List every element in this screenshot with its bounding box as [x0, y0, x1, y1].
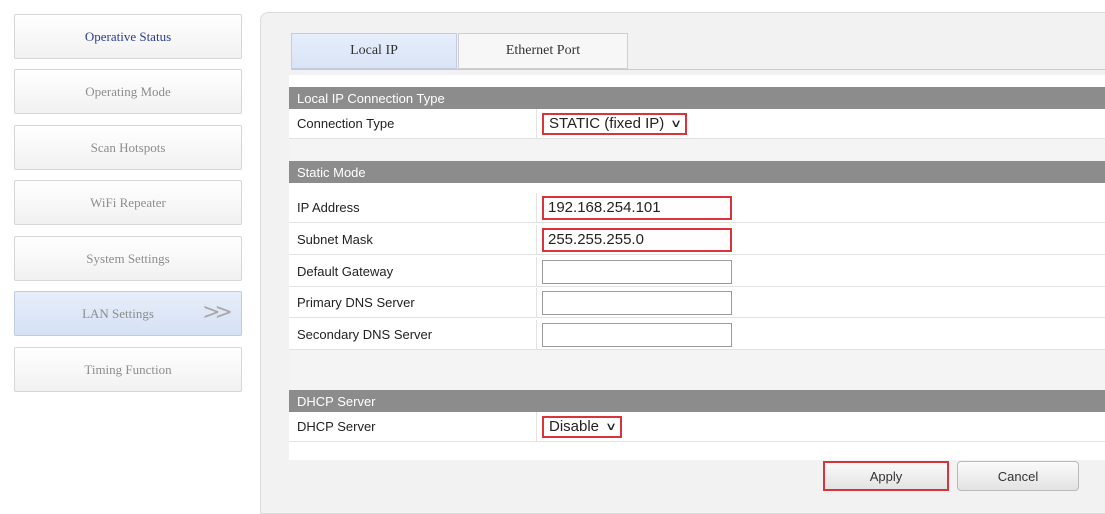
section-header-static-mode: Static Mode [289, 161, 1105, 183]
sidebar-item-label: System Settings [86, 250, 170, 266]
sidebar-item-label: WiFi Repeater [90, 194, 166, 210]
tab-label: Local IP [350, 43, 398, 58]
double-chevron-right-icon: >> [202, 300, 233, 325]
settings-form: Local IP Connection Type Connection Type… [289, 75, 1105, 460]
sidebar-item-lan-settings[interactable]: LAN Settings >> [14, 291, 242, 336]
tab-divider [291, 69, 1105, 70]
connection-type-row: Connection Type STATIC (fixed IP) ∨ [289, 109, 1105, 139]
sidebar-item-operative-status[interactable]: Operative Status [14, 14, 242, 59]
section-header-connection-type: Local IP Connection Type [289, 87, 1105, 109]
chevron-down-icon: ∨ [670, 118, 683, 130]
sidebar-item-label: Scan Hotspots [90, 139, 166, 155]
section-title: Static Mode [297, 164, 366, 180]
main-panel: Local IP Ethernet Port Local IP Connecti… [260, 12, 1105, 514]
secondary-dns-input[interactable] [542, 322, 732, 347]
sidebar-item-label: Timing Function [84, 361, 172, 377]
dhcp-server-row: DHCP Server Disable ∨ [289, 412, 1105, 442]
subnet-mask-row: Subnet Mask 255.255.255.0 [289, 225, 1105, 255]
section-header-dhcp: DHCP Server [289, 390, 1105, 412]
button-label: Apply [869, 468, 903, 484]
secondary-dns-row: Secondary DNS Server [289, 320, 1105, 350]
sidebar-item-label: Operative Status [84, 28, 172, 44]
default-gateway-label: Default Gateway [289, 257, 537, 286]
dhcp-server-select[interactable]: Disable ∨ [542, 415, 623, 438]
tab-label: Ethernet Port [505, 43, 581, 58]
chevron-down-icon: ∨ [605, 421, 618, 433]
connection-type-label: Connection Type [289, 109, 537, 138]
primary-dns-row: Primary DNS Server [289, 288, 1105, 318]
ip-address-row: IP Address 192.168.254.101 [289, 193, 1105, 223]
button-label: Cancel [997, 468, 1039, 484]
primary-dns-label: Primary DNS Server [289, 288, 537, 317]
ip-address-label: IP Address [289, 193, 537, 222]
secondary-dns-label: Secondary DNS Server [289, 320, 537, 349]
ip-address-input[interactable]: 192.168.254.101 [542, 195, 732, 220]
select-value: Disable [549, 418, 600, 435]
sidebar-item-scan-hotspots[interactable]: Scan Hotspots [14, 125, 242, 170]
section-title: DHCP Server [297, 393, 376, 409]
default-gateway-row: Default Gateway [289, 257, 1105, 287]
apply-button[interactable]: Apply [823, 461, 949, 491]
subnet-mask-label: Subnet Mask [289, 225, 537, 254]
section-gap [289, 139, 1105, 161]
select-value: STATIC (fixed IP) [549, 115, 665, 132]
sidebar-item-timing-function[interactable]: Timing Function [14, 347, 242, 392]
default-gateway-input[interactable] [542, 259, 732, 284]
tab-local-ip[interactable]: Local IP [291, 33, 457, 69]
tab-ethernet-port[interactable]: Ethernet Port [458, 33, 628, 69]
primary-dns-input[interactable] [542, 290, 732, 315]
sidebar-item-system-settings[interactable]: System Settings [14, 236, 242, 281]
sidebar-item-operating-mode[interactable]: Operating Mode [14, 69, 242, 114]
sidebar-item-label: Operating Mode [85, 83, 171, 99]
cancel-button[interactable]: Cancel [957, 461, 1079, 491]
sidebar-item-label: LAN Settings [82, 305, 154, 321]
section-title: Local IP Connection Type [297, 90, 445, 106]
sidebar-item-wifi-repeater[interactable]: WiFi Repeater [14, 180, 242, 225]
section-gap [289, 350, 1105, 390]
connection-type-select[interactable]: STATIC (fixed IP) ∨ [542, 112, 688, 135]
dhcp-server-label: DHCP Server [289, 412, 537, 441]
subnet-mask-input[interactable]: 255.255.255.0 [542, 227, 732, 252]
